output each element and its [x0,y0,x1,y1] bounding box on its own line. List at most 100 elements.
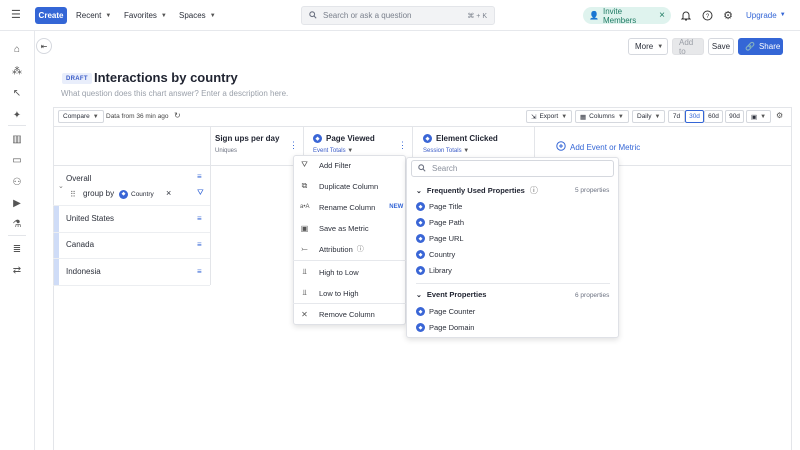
global-search[interactable]: Search or ask a question ⌘ + K [301,6,495,25]
database-icon[interactable]: ≣ [10,242,24,256]
menu-item-save-metric[interactable]: ▣ Save as Metric [300,221,369,235]
section-event-properties[interactable]: ⌄ Event Properties [416,290,486,299]
property-item[interactable]: ◆ Library [416,266,452,275]
menu-item-label: Add Filter [319,160,352,170]
experiment-icon[interactable]: ⚗ [10,217,24,231]
save-button[interactable]: Save [708,38,734,55]
menu-item-add-filter[interactable]: ⛛ Add Filter [300,158,351,172]
favorites-menu[interactable]: Favorites ▼ [124,8,167,23]
users-icon[interactable]: ⚇ [10,175,24,189]
sort-icon[interactable]: ≡ [197,214,202,223]
create-button[interactable]: Create [35,7,67,24]
chevron-down-icon: ⌄ [416,187,422,195]
bell-icon[interactable] [679,8,693,22]
property-item[interactable]: ◆ Page URL [416,234,464,243]
chevron-down-icon: ▼ [561,113,568,120]
sort-icon[interactable]: ≡ [197,240,202,249]
chevron-down-icon: ⌄ [416,291,422,299]
chevron-down-icon[interactable]: ⌄ [58,182,64,190]
column-title: Page Viewed [326,134,375,143]
menu-item-label: Low to High [319,288,359,298]
column-menu-icon[interactable]: ⋮ [289,140,298,151]
add-event-button[interactable]: Add Event or Metric [556,141,640,153]
chevron-down-icon: ▼ [657,43,664,50]
chevron-down-icon: ▼ [617,113,624,120]
column-subtitle[interactable]: Event Totals ▼ [313,148,353,154]
sort-icon[interactable]: ≡ [197,172,202,181]
menu-item-low-to-high[interactable]: ⫫ Low to High [300,286,359,300]
chevron-down-icon: ▼ [654,113,661,120]
column-title[interactable]: Sign ups per day [215,134,279,143]
settings-icon[interactable]: ⚙ [776,111,783,120]
property-item[interactable]: ◆ Page Path [416,218,464,227]
pointer-icon[interactable]: ↖ [10,86,24,100]
link-icon: 🔗 [745,42,755,51]
transform-icon[interactable]: ⇄ [10,263,24,277]
property-item[interactable]: ◆ Page Title [416,202,462,211]
gear-icon[interactable]: ⚙ [721,8,735,22]
columns-icon: ▦ [580,113,587,121]
remove-group-icon[interactable]: × [166,188,171,198]
more-button[interactable]: More ▼ [628,38,668,55]
chart-description[interactable]: What question does this chart answer? En… [61,89,288,98]
property-count: 6 properties [575,292,610,299]
range-60d[interactable]: 60d [704,110,723,123]
row-divider [53,258,210,259]
row-overall: Overall [66,174,92,183]
recent-menu[interactable]: Recent ▼ [76,8,111,23]
chart-icon[interactable]: ▥ [10,132,24,146]
sparkle-icon[interactable]: ✦ [10,108,24,122]
sort-asc-icon: ⫫ [302,288,307,297]
column-subtitle[interactable]: Session Totals ▼ [423,148,469,154]
metric-label: Session Totals [423,148,462,154]
sort-icon[interactable]: ≡ [197,267,202,276]
refresh-icon[interactable]: ↻ [174,111,181,120]
help-icon[interactable]: ? [700,8,714,22]
chevron-down-icon: ▼ [779,12,786,18]
monitor-icon[interactable]: ▭ [10,153,24,167]
menu-item-rename[interactable]: a•A Rename Column NEW [300,200,403,214]
property-search-input[interactable]: Search [411,160,614,177]
export-dropdown[interactable]: ⇲ Export ▼ [526,110,573,123]
export-icon: ⇲ [531,113,537,121]
range-7d[interactable]: 7d [668,110,685,123]
menu-item-remove[interactable]: ✕ Remove Column [300,307,375,321]
section-frequently-used[interactable]: ⌄ Frequently Used Properties ⓘ [416,185,538,196]
apps-icon[interactable]: ⁂ [10,64,24,78]
column-divider [303,127,304,155]
invite-members-button[interactable]: 👤 Invite Members × [583,7,671,25]
group-by-chip[interactable]: ◆ Country [119,188,154,200]
chevron-down-icon: ▼ [347,148,354,154]
share-label: Share [758,42,781,51]
page-title[interactable]: Interactions by country [94,70,238,85]
column-header-page-viewed[interactable]: ◆ Page Viewed [313,134,375,143]
calendar-dropdown[interactable]: ▣ ▼ [746,110,772,123]
range-30d[interactable]: 30d [685,110,704,123]
property-item[interactable]: ◆ Page Domain [416,323,474,332]
filter-icon[interactable]: ⛛ [197,188,204,198]
menu-item-duplicate[interactable]: ⧉ Duplicate Column [300,179,379,193]
collapse-sidebar-button[interactable]: ⇤ [36,38,52,54]
interval-dropdown[interactable]: Daily ▼ [632,110,666,123]
column-header-element-clicked[interactable]: ◆ Element Clicked [423,134,498,143]
column-menu-icon[interactable]: ⋮ [398,140,407,151]
new-badge: NEW [389,204,404,210]
menu-item-high-to-low[interactable]: ⫫ High to Low [300,265,358,279]
play-icon[interactable]: ▶ [10,196,24,210]
range-90d[interactable]: 90d [725,110,744,123]
menu-item-label: Remove Column [319,309,375,319]
property-item[interactable]: ◆ Country [416,250,455,259]
menu-item-attribution[interactable]: ⤚ Attribution ⓘ [300,242,363,256]
home-icon[interactable]: ⌂ [10,42,24,56]
spaces-menu[interactable]: Spaces ▼ [179,8,216,23]
property-item[interactable]: ◆ Page Counter [416,307,475,316]
columns-dropdown[interactable]: ▦ Columns ▼ [575,110,629,123]
share-button[interactable]: 🔗 Share [738,38,783,55]
drag-handle-icon[interactable]: ⠿ [70,190,76,199]
menu-icon[interactable]: ☰ [11,9,23,21]
close-icon[interactable]: × [659,10,665,21]
compare-dropdown[interactable]: Compare ▼ [58,110,104,123]
property-icon: ◆ [416,234,425,243]
add-to-button[interactable]: Add to [672,38,704,56]
upgrade-menu[interactable]: Upgrade ▼ [746,8,786,22]
